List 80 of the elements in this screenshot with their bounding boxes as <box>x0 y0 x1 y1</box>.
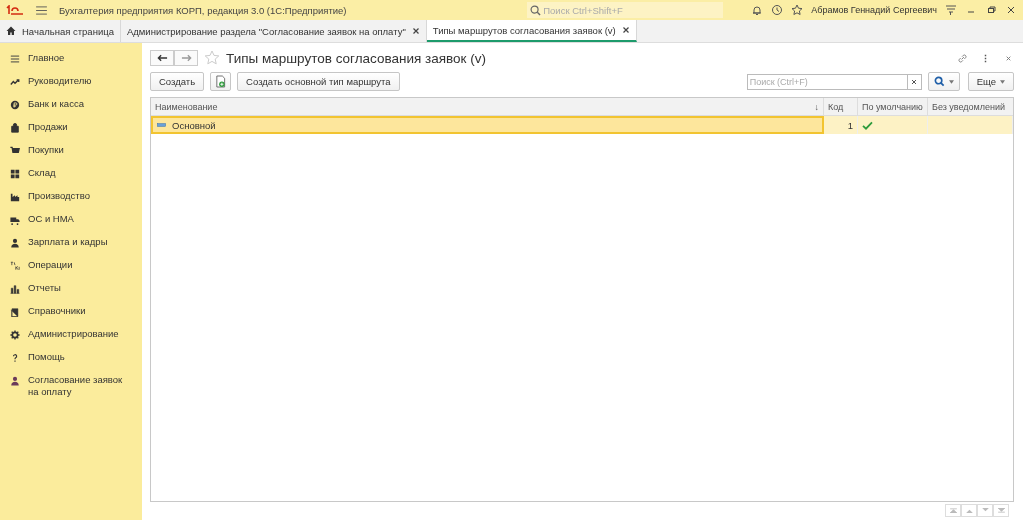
sidebar-item[interactable]: Согласование заявок на оплату <box>0 370 142 402</box>
sidebar-item[interactable]: Отчеты <box>0 278 142 301</box>
sidebar-item[interactable]: Администрирование <box>0 324 142 347</box>
settings-icon <box>10 330 20 340</box>
bell-icon[interactable] <box>751 4 764 16</box>
item-icon <box>157 123 166 127</box>
sidebar-item[interactable]: Руководителю <box>0 71 142 94</box>
star-icon[interactable] <box>791 4 804 16</box>
coin-icon <box>10 100 20 110</box>
truck-icon <box>10 215 20 225</box>
tab[interactable]: Типы маршрутов согласования заявок (v) <box>426 20 637 42</box>
caret-icon <box>948 79 954 84</box>
table-row[interactable]: Основной 1 <box>151 116 1013 134</box>
link-icon[interactable] <box>957 52 968 64</box>
close-icon[interactable] <box>621 26 630 34</box>
column-header[interactable]: Код <box>824 98 858 115</box>
scroll-down-icon <box>981 508 989 513</box>
clear-icon <box>910 77 919 86</box>
sidebar-item[interactable]: Главное <box>0 48 142 71</box>
document-add-icon <box>215 75 227 88</box>
tab[interactable]: Начальная страница <box>0 20 121 42</box>
table-cell: 1 <box>824 116 858 134</box>
bag-icon <box>10 123 20 133</box>
debit-credit-icon <box>10 261 20 271</box>
books-icon <box>10 307 20 317</box>
back-button[interactable] <box>150 50 174 66</box>
create-main-route-button[interactable]: Создать основной тип маршрута <box>237 72 400 91</box>
create-button[interactable]: Создать <box>150 72 205 91</box>
help-icon <box>10 353 20 363</box>
scroll-bottom-button[interactable] <box>993 504 1009 517</box>
bar-chart-icon <box>10 284 20 294</box>
user-name[interactable]: Абрамов Геннадий Сергеевич <box>811 5 937 15</box>
settings-menu-icon[interactable] <box>945 4 957 16</box>
app-title: Бухгалтерия предприятия КОРП, редакция 3.0 (1С:Предприятие) <box>59 4 347 16</box>
copy-button[interactable] <box>210 72 232 91</box>
scroll-top-icon <box>949 508 957 513</box>
sidebar-item[interactable]: Операции <box>0 255 142 278</box>
sidebar-item[interactable]: ОС и НМА <box>0 209 142 232</box>
table-cell: Основной <box>151 116 824 134</box>
scroll-down-button[interactable] <box>977 504 993 517</box>
scroll-up-button[interactable] <box>961 504 977 517</box>
history-icon[interactable] <box>771 4 784 16</box>
close-icon[interactable] <box>1005 4 1017 16</box>
menu-icon <box>10 54 20 64</box>
cart-icon <box>10 146 20 156</box>
search-button[interactable] <box>927 72 960 91</box>
more-button[interactable]: Еще <box>967 72 1014 91</box>
menu-icon[interactable] <box>36 5 47 15</box>
column-header[interactable]: По умолчанию <box>858 98 928 115</box>
restore-icon[interactable] <box>985 4 997 16</box>
sidebar-item[interactable]: Помощь <box>0 347 142 370</box>
scroll-bottom-icon <box>997 508 1005 513</box>
sidebar-item[interactable]: Продажи <box>0 117 142 140</box>
scroll-up-icon <box>965 508 973 513</box>
arrow-left-icon <box>156 54 168 62</box>
tab[interactable]: Администрирование раздела "Согласование заявок на оплату" <box>120 20 427 42</box>
form-title: Типы маршрутов согласования заявок (v) <box>226 50 486 66</box>
scroll-top-button[interactable] <box>945 504 961 517</box>
sidebar-item[interactable]: Производство <box>0 186 142 209</box>
close-icon[interactable] <box>411 27 420 35</box>
sidebar-item[interactable]: Справочники <box>0 301 142 324</box>
search-field[interactable]: Поиск Ctrl+Shift+F <box>527 2 724 18</box>
sidebar-item[interactable]: Склад <box>0 163 142 186</box>
search-icon <box>530 4 542 16</box>
trend-icon <box>10 77 20 87</box>
logo-icon <box>6 5 24 15</box>
home-icon <box>6 26 16 36</box>
arrow-right-icon <box>180 54 192 62</box>
search-icon <box>933 76 945 87</box>
person-icon <box>10 238 20 248</box>
sidebar-item[interactable]: Покупки <box>0 140 142 163</box>
sidebar-item[interactable]: Банк и касса <box>0 94 142 117</box>
person-icon <box>10 376 20 386</box>
grid-icon <box>10 169 20 179</box>
column-header[interactable]: Без уведомлений <box>928 98 1013 115</box>
search-field[interactable]: Поиск (Ctrl+F) <box>746 73 908 90</box>
caret-icon <box>1000 79 1005 84</box>
factory-icon <box>10 192 20 202</box>
column-header[interactable]: Наименование ↓ <box>151 98 824 115</box>
sidebar-item[interactable]: Зарплата и кадры <box>0 232 142 255</box>
